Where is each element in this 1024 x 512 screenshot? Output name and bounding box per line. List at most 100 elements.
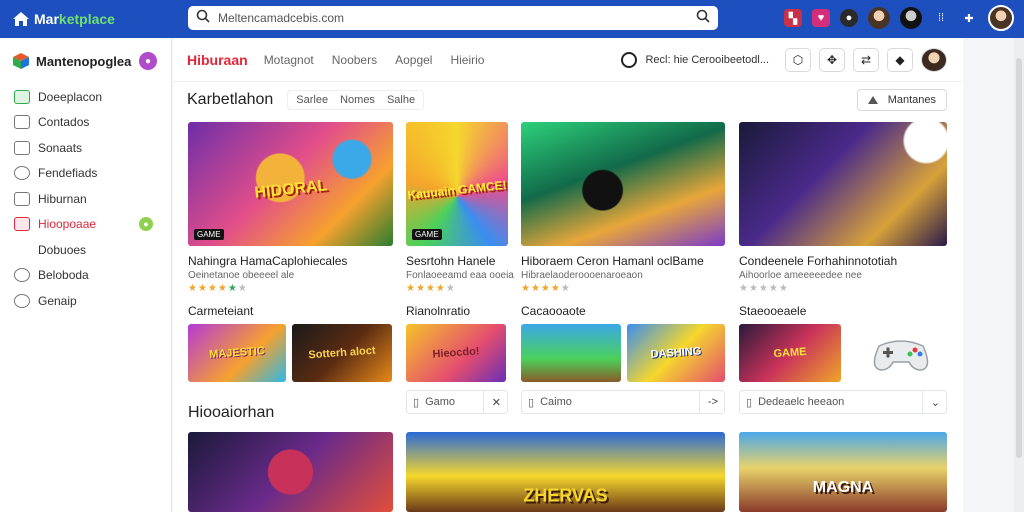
mini-thumbnail[interactable] xyxy=(521,324,621,382)
game-card[interactable]: Condeenele Forhahinnototiah Aihoorloe am… xyxy=(739,122,947,414)
header-tabs: Hiburaan Motagnot Noobers Aopgel Hieirio… xyxy=(173,38,963,82)
footer-icon: ▯ xyxy=(413,396,420,409)
search-submit-icon[interactable] xyxy=(696,9,710,28)
card-footer[interactable]: ▯ Caimo -> xyxy=(521,390,725,414)
sidebar-item-4[interactable]: Fendefiads xyxy=(0,161,171,187)
game-thumbnail[interactable] xyxy=(739,122,947,246)
sidebar-item-label: Hiburnan xyxy=(38,191,87,206)
mini-title: Hieocdo! xyxy=(432,345,480,361)
game-thumbnail[interactable]: Kauuain GAMCE! GAME xyxy=(406,122,508,246)
mini-thumbnail[interactable]: DASHING xyxy=(627,324,725,382)
coin-button[interactable]: ◆ xyxy=(887,47,913,72)
app-logo[interactable]: Marketplace xyxy=(12,11,172,27)
chip-3[interactable]: Salhe xyxy=(387,94,415,106)
card-footer[interactable]: ▯ Dedeaelc heeaon ⌄ xyxy=(739,390,947,414)
user-avatar[interactable] xyxy=(988,5,1014,31)
game-card[interactable]: MAGNA xyxy=(739,432,947,512)
card-footer[interactable]: ▯ Gamo ✕ xyxy=(406,390,508,414)
game-thumbnail[interactable]: ZHERVAS xyxy=(406,432,725,512)
mini-thumbnails: GAME xyxy=(739,324,947,382)
mini-thumbnail[interactable]: Hieocdo! xyxy=(406,324,506,382)
tab-3[interactable]: Aopgel xyxy=(395,53,432,67)
game-thumbnail[interactable] xyxy=(521,122,725,246)
chat-badge-icon[interactable]: ● xyxy=(139,52,157,70)
search-bar[interactable] xyxy=(188,6,718,30)
star-rating: ★★★★★★ xyxy=(188,283,248,294)
puzzle-icon[interactable]: ✚ xyxy=(960,9,978,27)
game-card[interactable] xyxy=(188,432,393,512)
mini-thumbnail[interactable]: MAJESTIC xyxy=(188,324,286,382)
friends-icon xyxy=(14,166,30,181)
mini-thumbnails: Hieocdo! xyxy=(406,324,508,382)
manage-button[interactable]: Mantanes xyxy=(856,89,947,111)
friend-avatar[interactable] xyxy=(868,7,890,29)
card-subtitle: Oeinetanoe obeeeel ale xyxy=(188,270,295,281)
sidebar-subitem[interactable]: Dobuoes xyxy=(0,237,171,263)
cube-icon xyxy=(12,52,30,70)
game-thumbnail[interactable]: HIDORAL GAME xyxy=(188,122,393,246)
mini-title: MAJESTIC xyxy=(208,345,266,361)
grid-icon[interactable]: ⁞⁞ xyxy=(932,9,950,27)
thumbnail-art xyxy=(739,122,947,246)
hex-button[interactable]: ⬡ xyxy=(785,47,811,72)
tab-1[interactable]: Motagnot xyxy=(264,53,314,67)
brand-title[interactable]: Hiburaan xyxy=(187,52,248,68)
mini-thumbnails: MAJESTIC Sotterh aloct xyxy=(188,324,393,382)
gift-icon[interactable]: ▚ xyxy=(784,9,802,27)
search-circle-icon[interactable] xyxy=(621,51,638,68)
puzzle-button[interactable]: ✥ xyxy=(819,47,845,72)
profile-button[interactable] xyxy=(921,47,947,72)
thumbnail-tag: GAME xyxy=(412,229,442,240)
footer-icon: ▯ xyxy=(528,396,535,409)
sidebar-item-label: Fendefiads xyxy=(38,166,98,181)
card-title[interactable]: Hiboraem Ceron Hamanl oclBame xyxy=(521,254,725,268)
gear-icon xyxy=(14,293,30,308)
sidebar-item-2[interactable]: Contados xyxy=(0,110,171,136)
mini-thumbnail[interactable]: Sotterh aloct xyxy=(292,324,392,382)
sidebar-item-label: Genaip xyxy=(38,293,77,308)
sidebar-item-1[interactable]: Doeeplacon xyxy=(0,84,171,110)
chevron-down-icon[interactable]: ⌄ xyxy=(921,391,940,413)
chip-1[interactable]: Sarlee xyxy=(296,94,328,106)
card-section-label: Rianolnratio xyxy=(406,304,471,318)
sidebar-header: Mantenopoglea ● xyxy=(0,38,171,84)
sidebar-item-5[interactable]: Hiburnan xyxy=(0,186,171,212)
app-name-part1: Mar xyxy=(34,11,59,27)
mini-title: DASHING xyxy=(650,345,702,361)
heart-icon[interactable]: ♥ xyxy=(812,9,830,27)
arrow-icon[interactable]: -> xyxy=(698,391,718,413)
mini-title: Sotterh aloct xyxy=(308,344,376,362)
tab-2[interactable]: Noobers xyxy=(332,53,377,67)
close-icon[interactable]: ✕ xyxy=(482,391,501,413)
game-thumbnail[interactable] xyxy=(188,432,393,512)
star-rating: ★★★★★ xyxy=(739,283,789,294)
chip-2[interactable]: Nomes xyxy=(340,94,375,106)
scrollbar[interactable] xyxy=(1014,38,1024,512)
game-card[interactable]: Hiboraem Ceron Hamanl oclBame Hibraelaod… xyxy=(521,122,725,414)
sidebar-item-3[interactable]: Sonaats xyxy=(0,135,171,161)
tab-4[interactable]: Hieirio xyxy=(450,53,484,67)
search-input[interactable] xyxy=(218,11,696,25)
scrollbar-thumb[interactable] xyxy=(1016,58,1022,458)
sort-button[interactable]: ⇄ xyxy=(853,47,879,72)
card-title[interactable]: Nahingra HamaCaplohiecales xyxy=(188,254,393,268)
game-card[interactable]: Kauuain GAMCE! GAME Sesrtohn Hanele Fonl… xyxy=(406,122,514,414)
sidebar-item-7[interactable]: Beloboda xyxy=(0,263,171,289)
top-bar: Marketplace ▚ ♥ ● ⁞⁞ ✚ xyxy=(0,0,1024,38)
card-title[interactable]: Condeenele Forhahinnototiah xyxy=(739,254,947,268)
sidebar: Mantenopoglea ● Doeeplacon Contados Sona… xyxy=(0,38,172,512)
mini-thumbnail[interactable]: GAME xyxy=(739,324,841,382)
sidebar-item-6[interactable]: Hioopoaae ● xyxy=(0,212,171,238)
sidebar-item-label: Dobuoes xyxy=(38,242,87,257)
game-card[interactable]: ZHERVAS xyxy=(406,432,725,512)
group-avatar[interactable] xyxy=(900,7,922,29)
section2-title: Hiooaiorhan xyxy=(188,404,275,421)
game-thumbnail[interactable]: MAGNA xyxy=(739,432,947,512)
sidebar-item-8[interactable]: Genaip xyxy=(0,288,171,314)
card-title[interactable]: Sesrtohn Hanele xyxy=(406,254,508,268)
game-icon[interactable]: ● xyxy=(840,9,858,27)
thumbnail-tag: GAME xyxy=(194,229,224,240)
controller-image[interactable] xyxy=(847,324,947,382)
game-card[interactable]: HIDORAL GAME Nahingra HamaCaplohiecales … xyxy=(188,122,393,382)
card-subtitle: Hibraelaoderoooenaroeaon xyxy=(521,270,643,281)
